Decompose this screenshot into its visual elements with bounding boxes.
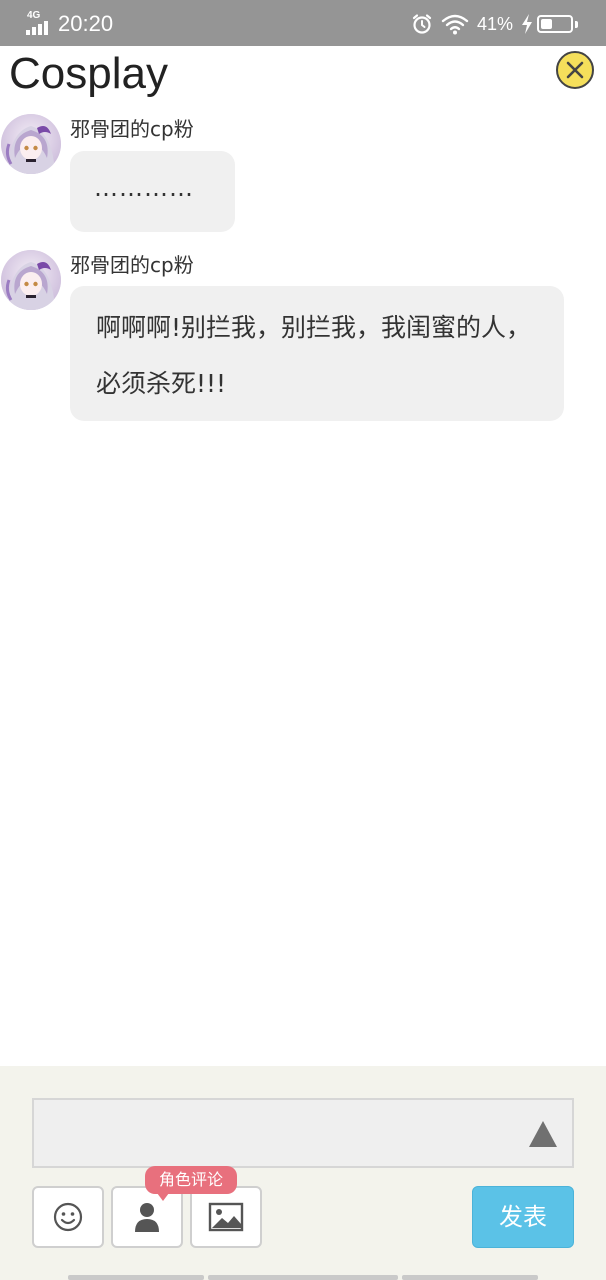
comment-input-box[interactable]: [32, 1098, 574, 1168]
alarm-icon: [411, 13, 433, 35]
wifi-icon: [441, 13, 469, 35]
message-bubble: 啊啊啊!别拦我，别拦我，我闺蜜的人，必须杀死!!!: [70, 286, 564, 421]
avatar-image: [1, 114, 61, 174]
sender-name: 邪骨团的cp粉: [70, 117, 194, 141]
status-left: 4G 20:20: [26, 9, 113, 39]
image-button[interactable]: [190, 1186, 262, 1248]
sender-name: 邪骨团的cp粉: [70, 253, 194, 277]
avatar-image: [1, 250, 61, 310]
battery-tip: [575, 20, 578, 28]
role-comment-badge[interactable]: 角色评论: [145, 1166, 237, 1201]
avatar[interactable]: [1, 114, 61, 174]
emoji-button[interactable]: [32, 1186, 104, 1248]
comment-input[interactable]: [44, 1110, 518, 1158]
network-type: 4G: [27, 10, 41, 21]
user-icon: [135, 1203, 159, 1232]
close-icon: [566, 61, 584, 79]
battery-icon: [537, 15, 573, 33]
role-button[interactable]: [111, 1186, 183, 1248]
close-button[interactable]: [556, 51, 594, 89]
triangle-up-icon[interactable]: [528, 1119, 558, 1153]
status-bar: 4G 20:20 41%: [0, 0, 606, 46]
role-comment-label: 角色评论: [158, 1170, 223, 1189]
charging-icon: [521, 14, 533, 34]
status-time: 20:20: [58, 11, 114, 36]
image-icon: [208, 1202, 244, 1232]
bottom-tab-strip: [68, 1275, 204, 1280]
smiley-icon: [53, 1202, 83, 1232]
bottom-tab-strip: [402, 1275, 538, 1280]
avatar[interactable]: [1, 250, 61, 310]
composer: 角色评论 发表: [0, 1066, 606, 1280]
signal-icon: 4G: [26, 11, 52, 37]
battery-percent: 41%: [476, 13, 513, 34]
role-badge-tail: [157, 1193, 169, 1201]
bottom-tab-strip: [208, 1275, 398, 1280]
message-bubble: …………: [70, 151, 235, 232]
battery-level: [541, 19, 552, 29]
post-button[interactable]: 发表: [472, 1186, 574, 1248]
status-right: 41%: [403, 9, 578, 39]
page-title: Cosplay: [9, 49, 168, 98]
